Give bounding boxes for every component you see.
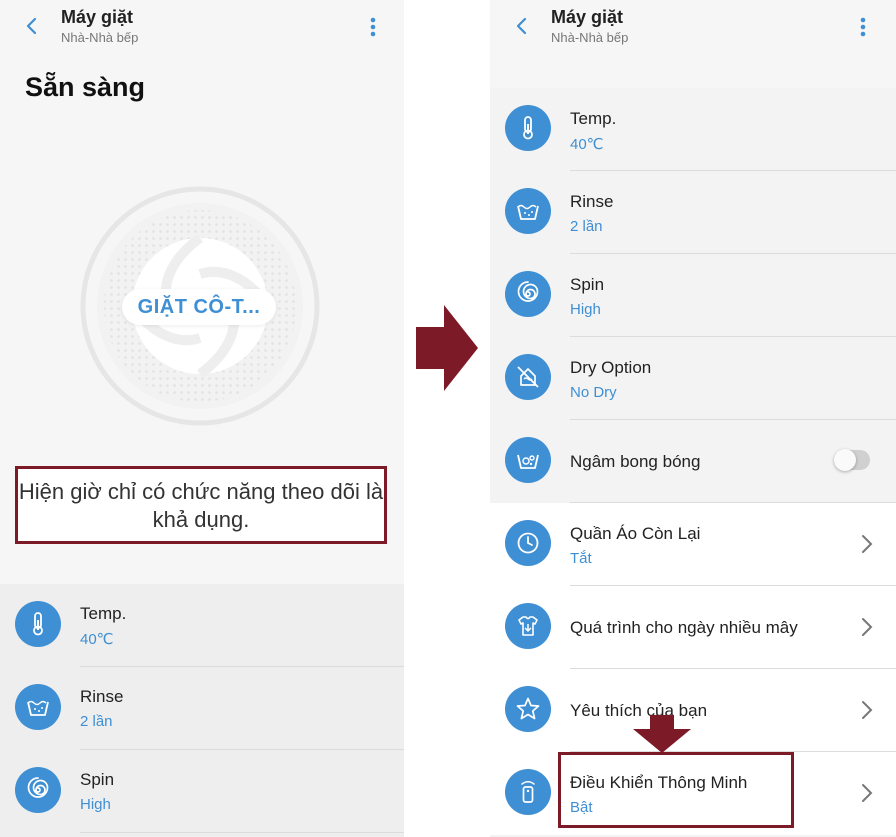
list-item-favorites[interactable]: Yêu thích của bạn [490, 669, 896, 752]
list-item-label: Temp. [570, 109, 617, 128]
right-screen: Máy giặt Nhà-Nhà bếp Temp. 40℃ Rinse 2 l… [490, 0, 896, 837]
back-arrow-icon[interactable] [20, 14, 44, 38]
no-dry-icon [505, 354, 551, 400]
list-item-cloudy-day[interactable]: Quá trình cho ngày nhiều mây [490, 586, 896, 669]
settings-list: Temp. 40℃ Rinse 2 lần Spin High [490, 88, 896, 837]
timer-icon [505, 520, 551, 566]
cloudy-day-shirt-icon [505, 603, 551, 649]
list-item-value: No Dry [570, 384, 617, 401]
list-item-temp[interactable]: Temp. 40℃ [490, 88, 896, 171]
chevron-right-icon [862, 535, 873, 553]
list-item-bubble-soak: Ngâm bong bóng [490, 420, 896, 503]
pointer-arrow-icon [633, 715, 691, 753]
chevron-right-icon [862, 701, 873, 719]
list-item-rinse[interactable]: Rinse 2 lần [490, 171, 896, 254]
rinse-tub-icon [505, 188, 551, 234]
thermometer-icon [505, 105, 551, 151]
list-item-value: 2 lần [80, 713, 113, 730]
thermometer-icon [15, 601, 61, 647]
list-item-dry-option[interactable]: Dry Option No Dry [490, 337, 896, 420]
list-item-label: Dry Option [570, 358, 652, 377]
list-item-spin[interactable]: Spin High [0, 750, 404, 833]
course-label[interactable]: GIẶT CÔ-T... [122, 289, 276, 325]
toggle-knob [834, 449, 856, 471]
more-options-icon[interactable] [361, 14, 385, 40]
spin-spiral-icon [15, 767, 61, 813]
app-subtitle: Nhà-Nhà bếp [551, 30, 629, 45]
list-item-value: High [80, 796, 111, 813]
list-item-label: Rinse [570, 192, 614, 211]
transition-arrow-icon [416, 305, 478, 391]
notice-box: Hiện giờ chỉ có chức năng theo dõi là kh… [15, 466, 387, 544]
list-item-spin[interactable]: Spin High [490, 254, 896, 337]
smart-control-icon [505, 769, 551, 815]
app-title: Máy giặt [551, 7, 624, 27]
list-item-value: Tắt [570, 550, 592, 567]
more-options-icon[interactable] [851, 14, 875, 40]
list-item-label: Quần Áo Còn Lại [570, 524, 701, 543]
chevron-right-icon [862, 618, 873, 636]
list-item-label: Spin [570, 275, 605, 294]
list-item-label: Rinse [80, 687, 124, 706]
status-title: Sẵn sàng [25, 72, 146, 102]
divider [80, 832, 404, 833]
back-arrow-icon[interactable] [510, 14, 534, 38]
list-item-value: 40℃ [80, 631, 114, 648]
chevron-right-icon [862, 784, 873, 802]
bubble-soak-toggle[interactable] [834, 449, 870, 471]
bubble-soak-icon [505, 437, 551, 483]
list-item-label: Quá trình cho ngày nhiều mây [570, 618, 798, 637]
list-item-value: 40℃ [570, 136, 604, 153]
list-item-label: Ngâm bong bóng [570, 452, 701, 471]
highlight-box [558, 752, 794, 828]
list-item-value: High [570, 301, 601, 318]
app-bar: Máy giặt Nhà-Nhà bếp [0, 0, 404, 58]
list-item-remaining-clothes[interactable]: Quần Áo Còn Lại Tắt [490, 503, 896, 586]
star-icon [505, 686, 551, 732]
list-item-label: Temp. [80, 604, 127, 623]
rinse-tub-icon [15, 684, 61, 730]
left-screen: Máy giặt Nhà-Nhà bếp Sẵn sàng GIẶT CÔ-T.… [0, 0, 404, 837]
settings-list: Temp. 40℃ Rinse 2 lần Spin High [0, 584, 404, 837]
list-item-label: Spin [80, 770, 115, 789]
app-bar: Máy giặt Nhà-Nhà bếp [490, 0, 896, 58]
app-subtitle: Nhà-Nhà bếp [61, 30, 139, 45]
app-title: Máy giặt [61, 7, 134, 27]
list-item-rinse[interactable]: Rinse 2 lần [0, 667, 404, 750]
list-item-value: 2 lần [570, 218, 603, 235]
list-item-temp[interactable]: Temp. 40℃ [0, 584, 404, 667]
spin-spiral-icon [505, 271, 551, 317]
